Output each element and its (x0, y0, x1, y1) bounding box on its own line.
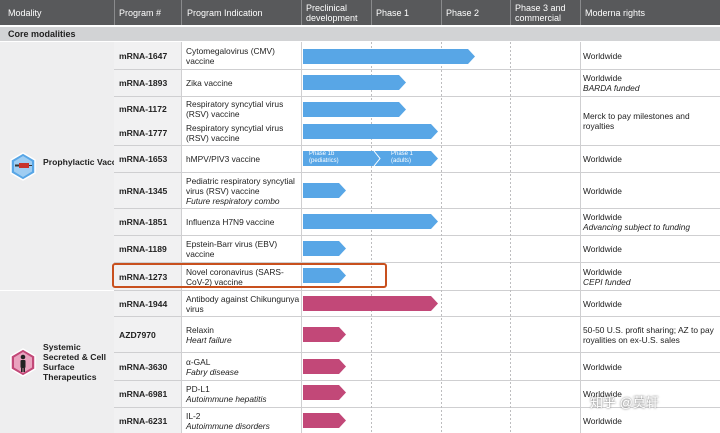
syringe-icon (10, 152, 36, 181)
header-phase1: Phase 1 (376, 7, 410, 18)
rights: Worldwide CEPI funded (583, 266, 631, 287)
program-id: mRNA-6981 (114, 381, 181, 407)
indication: Respiratory syncytial virus (RSV) vaccin… (186, 123, 284, 143)
header-modality: Modality (8, 7, 42, 18)
indication: α-GAL Fabry disease (186, 356, 239, 377)
rights: Worldwide BARDA funded (583, 73, 640, 93)
table-row[interactable]: mRNA-1647 Cytomegalovirus (CMV) vaccine … (114, 42, 720, 70)
indication: Zika vaccine (186, 78, 233, 88)
table-row[interactable]: mRNA-1653 hMPV/PIV3 vaccine Worldwide (114, 146, 720, 173)
rights: Worldwide (583, 361, 622, 372)
program-id: mRNA-6231 (114, 408, 181, 433)
indication: Influenza H7N9 vaccine (186, 217, 275, 227)
program-id: mRNA-1944 (114, 291, 181, 316)
rights: Worldwide Advancing subject to funding (583, 212, 691, 232)
program-id: AZD7970 (114, 317, 181, 352)
indication: Respiratory syncytial virus (RSV) vaccin… (186, 99, 284, 119)
rights: Worldwide (583, 154, 622, 164)
table-row[interactable]: mRNA-1777 Respiratory syncytial virus (R… (114, 121, 720, 146)
table-row[interactable]: mRNA-1189 Epstein-Barr virus (EBV) vacci… (114, 236, 720, 263)
indication: Cytomegalovirus (CMV) vaccine (186, 45, 275, 66)
program-id: mRNA-1653 (114, 146, 181, 172)
indication: Relaxin Heart failure (186, 324, 232, 345)
indication: Antibody against Chikungunya virus (186, 293, 300, 314)
table-row[interactable]: mRNA-1893 Zika vaccine Worldwide BARDA fu… (114, 70, 720, 97)
program-id: mRNA-1893 (114, 70, 181, 96)
indication: IL-2 Autoimmune disorders (186, 410, 270, 431)
program-id: mRNA-1851 (114, 209, 181, 235)
rights: Worldwide (583, 50, 622, 61)
header-phase3: Phase 3 and commercial (515, 2, 566, 23)
highlight-box (112, 263, 387, 288)
table-header: Modality Program # Program Indication Pr… (0, 0, 720, 25)
indication: Pediatric respiratory syncytial virus (R… (186, 175, 295, 206)
rights: Worldwide (583, 298, 622, 309)
table-row[interactable]: mRNA-1944 Antibody against Chikungunya v… (114, 291, 720, 317)
program-id: mRNA-1647 (114, 42, 181, 69)
watermark: 知乎 @莫轩 (590, 395, 659, 410)
program-id: mRNA-3630 (114, 353, 181, 380)
header-indication: Program Indication (187, 7, 263, 18)
header-program: Program # (119, 7, 162, 18)
rights: Worldwide (583, 244, 622, 254)
header-rights: Moderna rights (585, 7, 646, 18)
indication: PD-L1 Autoimmune hepatitis (186, 384, 267, 404)
section-core-modalities: Core modalities (0, 27, 720, 41)
indication: Epstein-Barr virus (EBV) vaccine (186, 239, 278, 259)
program-id: mRNA-1345 (114, 173, 181, 208)
rights: Worldwide (583, 185, 622, 196)
stage-label-adults: Phase 1 (adults) (391, 151, 414, 164)
modality-label-therapeutics: Systemic Secreted & Cell Surface Therape… (43, 342, 107, 382)
program-id: mRNA-1777 (114, 121, 181, 145)
person-icon (10, 348, 36, 377)
header-preclinical: Preclinical development (306, 2, 358, 23)
table-row[interactable]: mRNA-1345 Pediatric respiratory syncytia… (114, 173, 720, 209)
table-row[interactable]: mRNA-3630 α-GAL Fabry disease Worldwide (114, 353, 720, 381)
table-row[interactable]: mRNA-1851 Influenza H7N9 vaccine Worldwi… (114, 209, 720, 236)
stage-label-pediatrics: Phase 1b (pediatrics) (309, 151, 339, 164)
table-row[interactable]: AZD7970 Relaxin Heart failure 50-50 U.S. … (114, 317, 720, 353)
table-row[interactable]: mRNA-6231 IL-2 Autoimmune disorders World… (114, 408, 720, 433)
program-id: mRNA-1172 (114, 97, 181, 121)
indication: hMPV/PIV3 vaccine (186, 154, 261, 164)
header-phase2: Phase 2 (446, 7, 480, 18)
program-id: mRNA-1189 (114, 236, 181, 262)
rights: Worldwide (583, 415, 622, 426)
rights: 50-50 U.S. profit sharing; AZ to pay roy… (583, 324, 714, 345)
